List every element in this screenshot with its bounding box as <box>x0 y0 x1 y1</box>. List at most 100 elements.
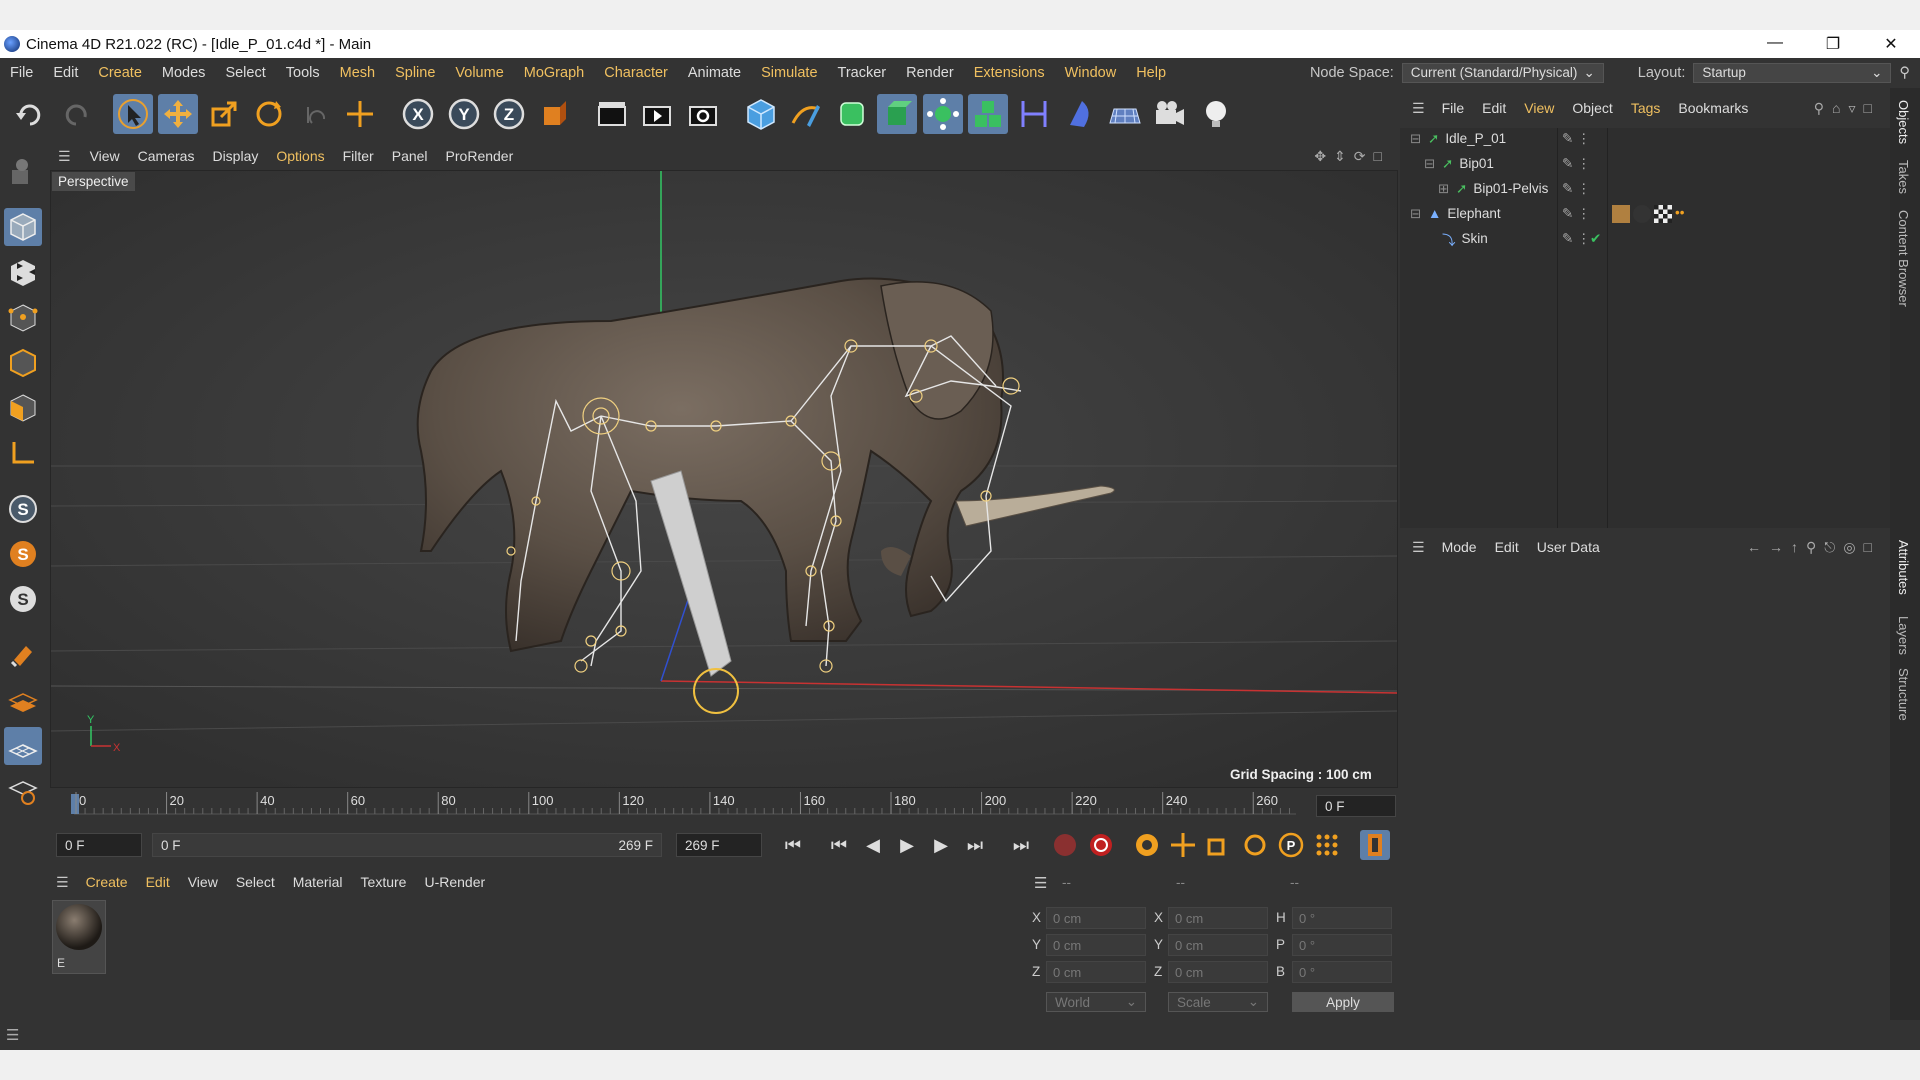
hamburger-icon[interactable]: ☰ <box>46 874 77 891</box>
collapse-toggle-icon[interactable]: ⊟ <box>1410 206 1422 222</box>
objects-menu-object[interactable]: Object <box>1563 100 1621 116</box>
rot-b-field[interactable]: 0 ° <box>1292 961 1392 983</box>
object-row-bip01-pelvis[interactable]: ⊞ ➚ Bip01-Pelvis ✎ ⋮ <box>1400 176 1890 201</box>
material-menu-select[interactable]: Select <box>227 874 284 890</box>
tab-objects[interactable]: Objects <box>1896 100 1911 144</box>
attributes-menu-edit[interactable]: Edit <box>1486 539 1528 555</box>
size-x-field[interactable]: 0 cm <box>1168 907 1268 929</box>
object-row-skin[interactable]: ⤵ Skin ✎ ⋮ ✔ <box>1400 226 1890 251</box>
size-z-field[interactable]: 0 cm <box>1168 961 1268 983</box>
workplane-grid-button[interactable] <box>4 727 42 765</box>
live-selection-tool[interactable] <box>113 94 153 134</box>
viewport-menu-options[interactable]: Options <box>267 148 333 164</box>
minimize-button[interactable]: — <box>1746 34 1804 54</box>
pos-x-field[interactable]: 0 cm <box>1046 907 1146 929</box>
menu-file[interactable]: File <box>0 65 43 81</box>
size-y-field[interactable]: 0 cm <box>1168 934 1268 956</box>
make-editable-button[interactable] <box>4 152 42 190</box>
y-axis-lock[interactable]: Y <box>444 94 484 134</box>
material-menu-texture[interactable]: Texture <box>352 874 416 890</box>
menu-spline[interactable]: Spline <box>385 65 445 81</box>
edit-visibility-icon[interactable]: ✎ ⋮ <box>1562 131 1591 147</box>
menu-modes[interactable]: Modes <box>152 65 216 81</box>
pen-spline-button[interactable] <box>786 94 826 134</box>
deformer-button[interactable] <box>1014 94 1054 134</box>
object-row-idle-p-01[interactable]: ⊟ ➚ Idle_P_01 ✎ ⋮ <box>1400 126 1890 151</box>
record-active-objects-button[interactable] <box>1050 830 1080 860</box>
rot-p-field[interactable]: 0 ° <box>1292 934 1392 956</box>
timeline-ruler[interactable]: 0 20 40 60 80 100 120 140 160 180 200 220 240 260 0 F <box>46 788 1398 820</box>
viewport-navigation-icons[interactable]: ✥⇕⟳□ <box>1314 148 1398 165</box>
object-name[interactable]: Idle_P_01 <box>1445 131 1506 146</box>
viewport-camera-label[interactable]: Perspective <box>52 172 135 191</box>
pos-y-field[interactable]: 0 cm <box>1046 934 1146 956</box>
cube-primitive-button[interactable] <box>741 94 781 134</box>
objects-menu-tags[interactable]: Tags <box>1622 100 1670 116</box>
attributes-menu-user-data[interactable]: User Data <box>1528 539 1609 555</box>
render-settings-button[interactable] <box>683 94 723 134</box>
apply-button[interactable]: Apply <box>1292 992 1394 1012</box>
x-axis-lock[interactable]: X <box>398 94 438 134</box>
object-name[interactable]: Elephant <box>1447 206 1500 221</box>
edit-visibility-icon[interactable]: ✎ ⋮ <box>1562 156 1591 172</box>
object-name[interactable]: Skin <box>1462 231 1488 246</box>
go-to-next-key-button[interactable]: ⏭ <box>960 830 990 860</box>
viewport-menu-cameras[interactable]: Cameras <box>129 148 204 164</box>
next-frame-button[interactable]: ▶ <box>926 830 956 860</box>
objects-menu-edit[interactable]: Edit <box>1473 100 1515 116</box>
edges-mode-button[interactable] <box>4 344 42 382</box>
tab-structure[interactable]: Structure <box>1896 668 1911 721</box>
undo-button[interactable] <box>10 94 50 134</box>
material-menu-edit[interactable]: Edit <box>137 874 179 890</box>
tab-attributes[interactable]: Attributes <box>1896 540 1911 595</box>
layout-select[interactable]: Startup ⌄ <box>1693 62 1892 83</box>
material-menu-material[interactable]: Material <box>284 874 352 890</box>
menu-edit[interactable]: Edit <box>43 65 88 81</box>
point-level-animation-button[interactable] <box>1312 830 1342 860</box>
start-frame-field[interactable]: 0 F <box>56 833 142 857</box>
add-object-tool[interactable] <box>340 94 380 134</box>
coordinate-system-button[interactable] <box>535 94 575 134</box>
coordinate-space-select[interactable]: World ⌄ <box>1046 992 1146 1012</box>
hamburger-icon[interactable]: ☰ <box>1400 539 1433 556</box>
locked-workplane-button[interactable] <box>4 772 42 810</box>
render-to-picture-viewer-button[interactable] <box>637 94 677 134</box>
playhead[interactable] <box>71 794 79 814</box>
polygons-mode-button[interactable] <box>4 389 42 427</box>
menu-tools[interactable]: Tools <box>276 65 330 81</box>
move-tool[interactable] <box>158 94 198 134</box>
close-button[interactable]: ✕ <box>1862 34 1920 54</box>
attributes-menu-mode[interactable]: Mode <box>1433 539 1486 555</box>
texture-tag-icon[interactable] <box>1612 204 1630 223</box>
object-name[interactable]: Bip01 <box>1459 156 1494 171</box>
z-axis-lock[interactable]: Z <box>489 94 529 134</box>
rotation-key-button[interactable] <box>1240 830 1270 860</box>
rotate-tool[interactable] <box>249 94 289 134</box>
position-key-button[interactable] <box>1168 830 1198 860</box>
tab-layers[interactable]: Layers <box>1896 616 1911 655</box>
cloner-button[interactable] <box>923 94 963 134</box>
node-space-select[interactable]: Current (Standard/Physical) ⌄ <box>1401 62 1604 83</box>
subdivision-surface-button[interactable] <box>832 94 872 134</box>
objects-menu-file[interactable]: File <box>1433 100 1474 116</box>
tab-takes[interactable]: Takes <box>1896 160 1911 194</box>
hamburger-icon[interactable]: ☰ <box>1400 100 1433 117</box>
attribute-navigation-icons[interactable]: ←→↑⚲⎋◎□ <box>1747 539 1890 556</box>
weight-tag-icon[interactable]: •• <box>1675 205 1684 223</box>
floor-button[interactable] <box>1105 94 1145 134</box>
end-frame-field[interactable]: 269 F <box>676 833 762 857</box>
edit-visibility-icon[interactable]: ✎ ⋮ <box>1562 206 1591 222</box>
material-tag-icon[interactable] <box>1633 204 1651 223</box>
object-row-elephant[interactable]: ⊟ ▲ Elephant ✎ ⋮ •• <box>1400 201 1890 226</box>
object-row-bip01[interactable]: ⊟ ➚ Bip01 ✎ ⋮ <box>1400 151 1890 176</box>
restore-button[interactable]: ❐ <box>1804 34 1862 54</box>
render-view-button[interactable] <box>592 94 632 134</box>
perspective-viewport[interactable]: Y X <box>50 170 1398 788</box>
material-menu-view[interactable]: View <box>179 874 227 890</box>
uvw-tag-icon[interactable] <box>1654 204 1672 223</box>
menu-select[interactable]: Select <box>215 65 275 81</box>
go-to-end-button[interactable]: ⏭ <box>1006 830 1036 860</box>
menu-extensions[interactable]: Extensions <box>964 65 1055 81</box>
menu-render[interactable]: Render <box>896 65 964 81</box>
preview-range-slider[interactable]: 0 F 269 F <box>152 833 662 857</box>
